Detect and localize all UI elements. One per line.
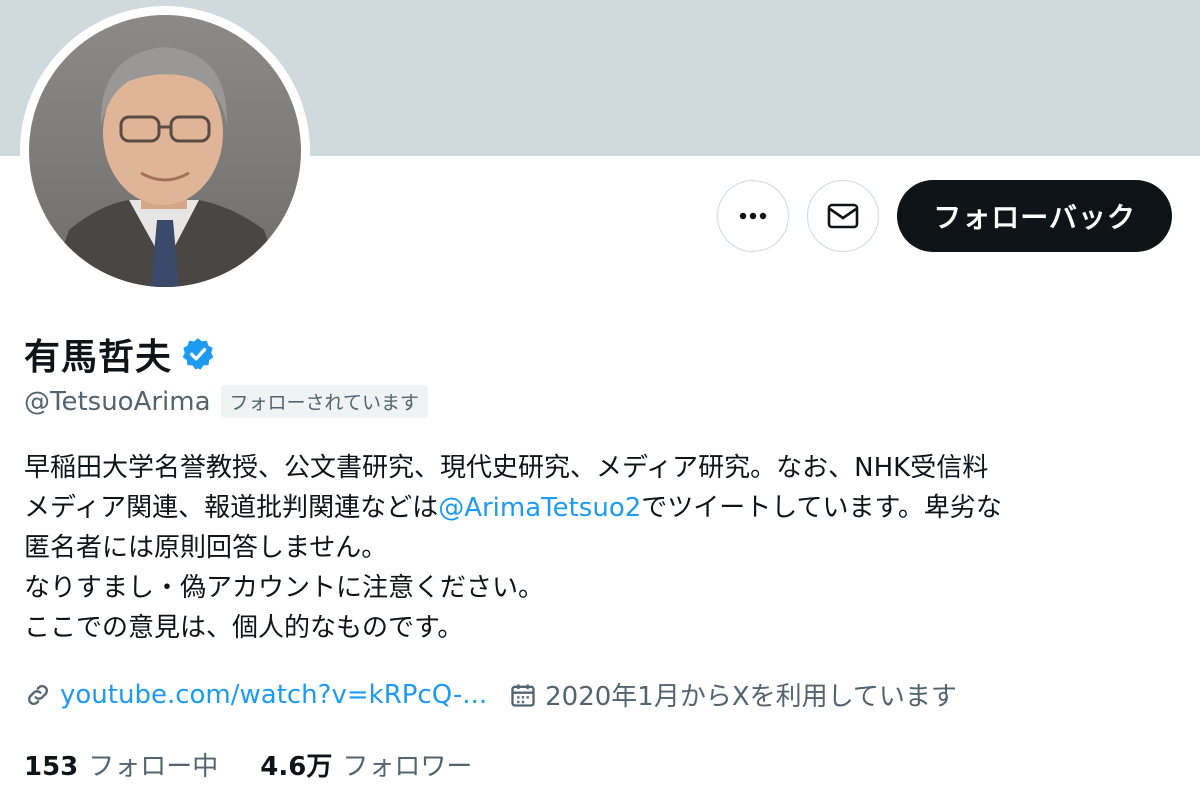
bio-line: ここでの意見は、個人的なものです。	[24, 613, 464, 643]
website-link[interactable]: youtube.com/watch?v=kRPcQ-...	[60, 680, 487, 710]
link-icon	[27, 684, 49, 705]
following-label: フォロー中	[88, 752, 219, 782]
follow-back-button[interactable]: フォローバック	[897, 180, 1172, 252]
following-link[interactable]: 153 フォロー中	[24, 746, 218, 783]
joined-date: 2020年1月からXを利用しています	[545, 682, 957, 712]
display-name: 有馬哲夫	[24, 337, 173, 378]
followers-count: 4.6万	[260, 752, 333, 782]
user-handle: @TetsuoArima	[24, 386, 211, 417]
verified-badge-icon[interactable]	[180, 336, 216, 372]
avatar-photo	[29, 15, 301, 287]
joined-item: 2020年1月からXを利用しています	[509, 676, 957, 713]
profile-bio: 早稲田大学名誉教授、公文書研究、現代史研究、メディア研究。なお、NHK受信料 メ…	[24, 448, 1184, 648]
bio-line: なりすまし・偽アカウントに注意ください。	[24, 573, 545, 603]
handle-row: @TetsuoArima フォローされています	[24, 385, 428, 418]
following-count: 153	[24, 752, 79, 782]
more-horizontal-icon	[740, 212, 767, 220]
follows-you-badge: フォローされています	[220, 385, 428, 418]
envelope-icon	[827, 203, 859, 229]
profile-meta: youtube.com/watch?v=kRPcQ-... 2020年1月からX…	[24, 676, 957, 713]
bio-text: でツイートしています。卑劣な	[641, 493, 1002, 523]
bio-text: メディア関連、報道批判関連などは	[24, 493, 439, 523]
mention-link[interactable]: @ArimaTetsuo2	[438, 493, 641, 523]
avatar[interactable]	[20, 6, 310, 296]
message-button[interactable]	[807, 180, 880, 252]
follow-stats: 153 フォロー中 4.6万 フォロワー	[24, 746, 472, 783]
bio-line: 匿名者には原則回答しません。	[24, 533, 388, 563]
bio-line: メディア関連、報道批判関連などは@ArimaTetsuo2でツイートしています。…	[24, 488, 1184, 528]
calendar-icon	[511, 684, 535, 707]
profile-actions: フォローバック	[717, 180, 1172, 252]
bio-line: 早稲田大学名誉教授、公文書研究、現代史研究、メディア研究。なお、NHK受信料	[24, 453, 989, 483]
followers-label: フォロワー	[342, 752, 473, 782]
website-item: youtube.com/watch?v=kRPcQ-...	[24, 680, 487, 710]
more-button[interactable]	[717, 180, 790, 252]
followers-link[interactable]: 4.6万 フォロワー	[260, 746, 472, 783]
name-row: 有馬哲夫	[24, 328, 216, 380]
